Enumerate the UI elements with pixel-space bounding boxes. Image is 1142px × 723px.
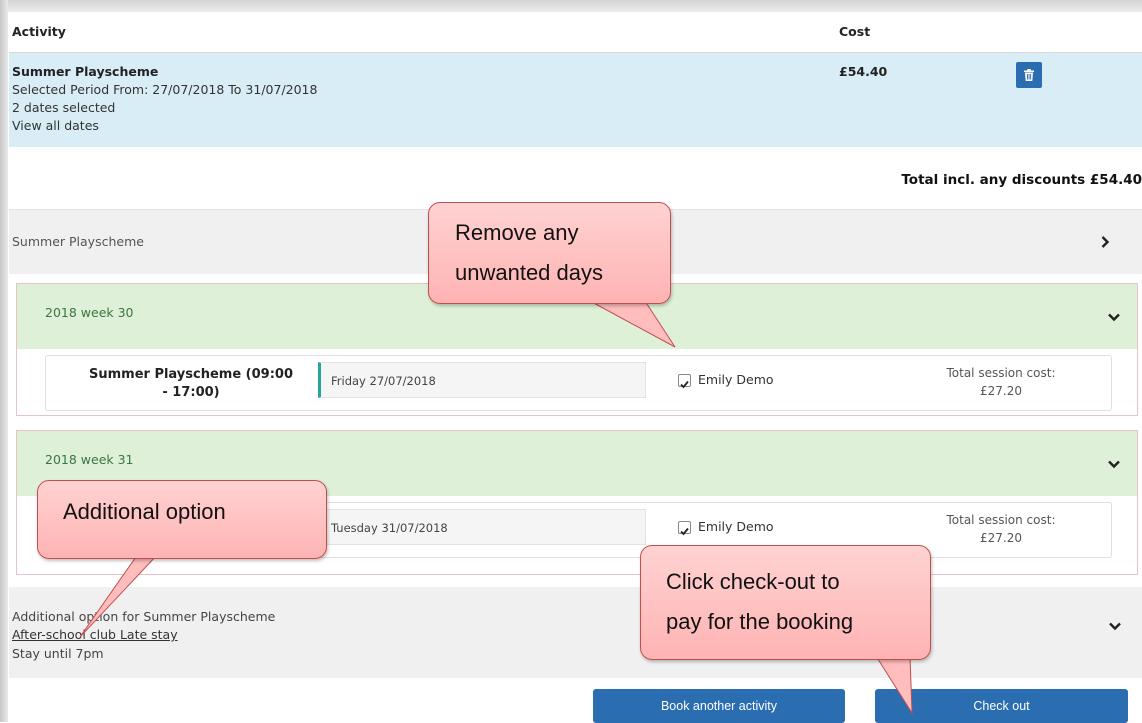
delete-item-button[interactable] [1016,62,1042,88]
callout-remove-days-line2: unwanted days [455,260,603,285]
column-header-activity: Activity [12,24,66,39]
basket-item-row: Summer Playscheme Selected Period From: … [9,53,1142,147]
week-label: 2018 week 30 [45,305,134,320]
callout-pointer [589,300,676,348]
window-frame-left [0,0,8,722]
session-date: Tuesday 31/07/2018 [318,509,646,545]
basket-total: Total incl. any discounts £54.40 [901,172,1142,188]
chevron-down-icon[interactable] [1108,619,1122,633]
book-another-activity-button[interactable]: Book another activity [593,689,845,723]
checkmark-icon [680,527,689,536]
session-cost-value: £27.20 [980,531,1022,545]
basket-item-cost: £54.40 [839,64,888,79]
week-label: 2018 week 31 [45,452,134,467]
callout-pointer [875,655,913,715]
basket-table-header: Activity Cost [9,12,1142,53]
view-all-dates-link[interactable]: View all dates [12,118,99,133]
chevron-down-icon[interactable] [1107,457,1121,471]
session-cost-value: £27.20 [980,384,1022,398]
trash-icon [1024,69,1034,81]
column-header-cost: Cost [839,24,871,39]
child-name: Emily Demo [698,519,774,534]
callout-check-out-line2: pay for the booking [666,609,854,634]
basket-item-name: Summer Playscheme [12,64,159,79]
child-name: Emily Demo [698,372,774,387]
callout-check-out-line1: Click check-out to [666,569,840,594]
callout-remove-days: Remove any unwanted days [428,202,671,304]
callout-pointer [79,553,160,638]
dates-selected-count: 2 dates selected [12,100,116,115]
callout-check-out: Click check-out to pay for the booking [640,545,931,660]
callout-remove-days-line1: Remove any [455,220,579,245]
chevron-right-icon[interactable] [1098,235,1112,249]
chevron-down-icon[interactable] [1107,310,1121,324]
session-cost: Total session cost: £27.20 [916,511,1086,547]
activity-panel-title: Summer Playscheme [12,234,144,249]
callout-additional-option-text: Additional option [63,499,226,524]
window-frame-top [0,0,1142,12]
session-date-text: Friday 27/07/2018 [331,374,436,388]
session-cost-label: Total session cost: [946,513,1056,527]
callout-additional-option: Additional option [37,480,327,559]
checkmark-icon [680,380,689,389]
child-checkbox[interactable] [678,374,691,389]
session-cost-label: Total session cost: [946,366,1056,380]
child-checkbox[interactable] [678,521,691,536]
session-cost: Total session cost: £27.20 [916,364,1086,400]
selected-period: Selected Period From: 27/07/2018 To 31/0… [12,82,318,97]
session-date-text: Tuesday 31/07/2018 [331,521,448,535]
additional-option-description: Stay until 7pm [12,646,104,661]
session-row: Summer Playscheme (09:00 - 17:00) Friday… [45,355,1112,411]
session-name: Summer Playscheme (09:00 - 17:00) [88,367,294,400]
session-date: Friday 27/07/2018 [318,362,646,398]
